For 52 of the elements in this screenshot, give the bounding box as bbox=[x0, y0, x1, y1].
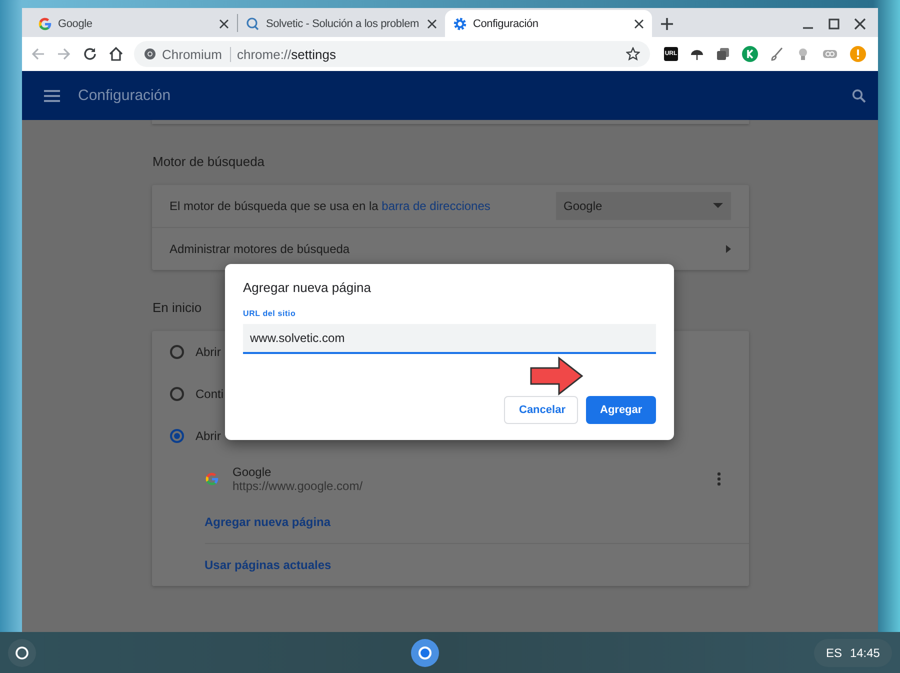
chromium-taskbar-icon[interactable] bbox=[410, 638, 440, 668]
lightbulb-icon[interactable] bbox=[796, 47, 810, 61]
close-icon[interactable] bbox=[634, 18, 644, 28]
browser-tab[interactable]: Google bbox=[30, 10, 237, 37]
add-button[interactable]: Agregar bbox=[586, 396, 656, 424]
umbrella-icon[interactable] bbox=[690, 47, 704, 61]
annotation-arrow bbox=[530, 356, 584, 396]
magnifier-icon bbox=[246, 16, 260, 30]
google-logo-icon bbox=[38, 16, 52, 30]
stacked-squares-icon[interactable] bbox=[716, 47, 730, 61]
option-label: Abrir bbox=[196, 429, 221, 443]
new-tab-icon[interactable] bbox=[660, 17, 674, 31]
radio-button[interactable] bbox=[170, 387, 184, 401]
browser-tab[interactable]: Solvetic - Solución a los problem bbox=[238, 10, 445, 37]
circle-icon bbox=[15, 646, 29, 660]
page-title: Configuración bbox=[78, 87, 171, 104]
settings-icon bbox=[453, 16, 467, 30]
search-icon[interactable] bbox=[852, 88, 866, 102]
google-logo-icon bbox=[204, 472, 218, 486]
k-circle-icon[interactable] bbox=[742, 46, 758, 62]
home-icon[interactable] bbox=[108, 46, 124, 62]
reload-icon[interactable] bbox=[82, 46, 98, 62]
url-text: chrome://settings bbox=[236, 46, 336, 62]
site-label: Chromium bbox=[162, 46, 231, 62]
section-title: En inicio bbox=[152, 300, 202, 315]
close-icon[interactable] bbox=[854, 18, 866, 30]
maximize-icon[interactable] bbox=[828, 18, 840, 30]
page-name: Google bbox=[232, 465, 272, 479]
close-icon[interactable] bbox=[219, 18, 229, 28]
browser-tab[interactable]: Configuración bbox=[445, 10, 652, 37]
option-label: Abrir bbox=[196, 345, 221, 359]
cancel-button[interactable]: Cancelar bbox=[504, 396, 578, 424]
launcher-button[interactable] bbox=[8, 638, 36, 666]
field-label: URL del sitio bbox=[243, 309, 297, 318]
option-label: Conti bbox=[196, 387, 224, 401]
setting-label: El motor de búsqueda que se usa en la barra de direcciones bbox=[170, 199, 490, 213]
more-options-icon[interactable] bbox=[716, 472, 720, 486]
radio-button[interactable] bbox=[170, 429, 184, 443]
star-icon[interactable] bbox=[626, 47, 640, 61]
dialog-title: Agregar nueva página bbox=[243, 280, 372, 295]
brush-icon[interactable] bbox=[770, 47, 784, 61]
chromium-logo-icon bbox=[144, 48, 156, 60]
section-title: Motor de búsqueda bbox=[152, 154, 265, 169]
dropdown-caret-icon bbox=[712, 203, 722, 209]
menu-icon[interactable] bbox=[44, 88, 60, 102]
close-icon[interactable] bbox=[427, 18, 437, 28]
chevron-right-icon bbox=[726, 245, 730, 253]
status-tray[interactable]: ES 14:45 bbox=[814, 638, 892, 666]
radio-button[interactable] bbox=[170, 345, 184, 359]
page-url: https://www.google.com/ bbox=[232, 479, 363, 493]
url-input-field[interactable]: www.solvetic.com bbox=[243, 324, 656, 354]
address-bar[interactable]: Chromium chrome://settings bbox=[134, 41, 650, 67]
